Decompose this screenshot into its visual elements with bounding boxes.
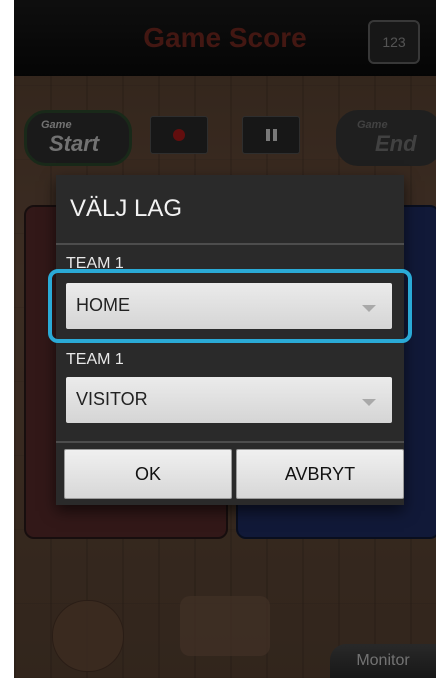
dialog-title-divider bbox=[56, 243, 404, 245]
team2-select-value: VISITOR bbox=[76, 389, 148, 409]
dialog-title: VÄLJ LAG bbox=[70, 195, 183, 222]
chevron-down-icon bbox=[362, 399, 376, 406]
cancel-button-label: AVBRYT bbox=[284, 463, 356, 484]
chevron-down-icon bbox=[362, 305, 376, 312]
ok-button[interactable]: OK bbox=[64, 449, 232, 499]
dialog-button-divider bbox=[56, 441, 404, 443]
cancel-button[interactable]: AVBRYT bbox=[236, 449, 404, 499]
ok-button-label: OK bbox=[134, 463, 161, 484]
app-screen: Game Score 123 Game Start Game End Monit… bbox=[14, 0, 436, 678]
team2-label: TEAM 1 bbox=[66, 351, 124, 368]
team1-select-value: HOME bbox=[76, 295, 130, 315]
team2-select[interactable]: VISITOR bbox=[66, 377, 392, 423]
select-team-dialog: VÄLJ LAG TEAM 1 HOME TEAM 1 VISITOR OK A… bbox=[48, 175, 412, 505]
team1-select[interactable]: HOME bbox=[66, 283, 392, 329]
